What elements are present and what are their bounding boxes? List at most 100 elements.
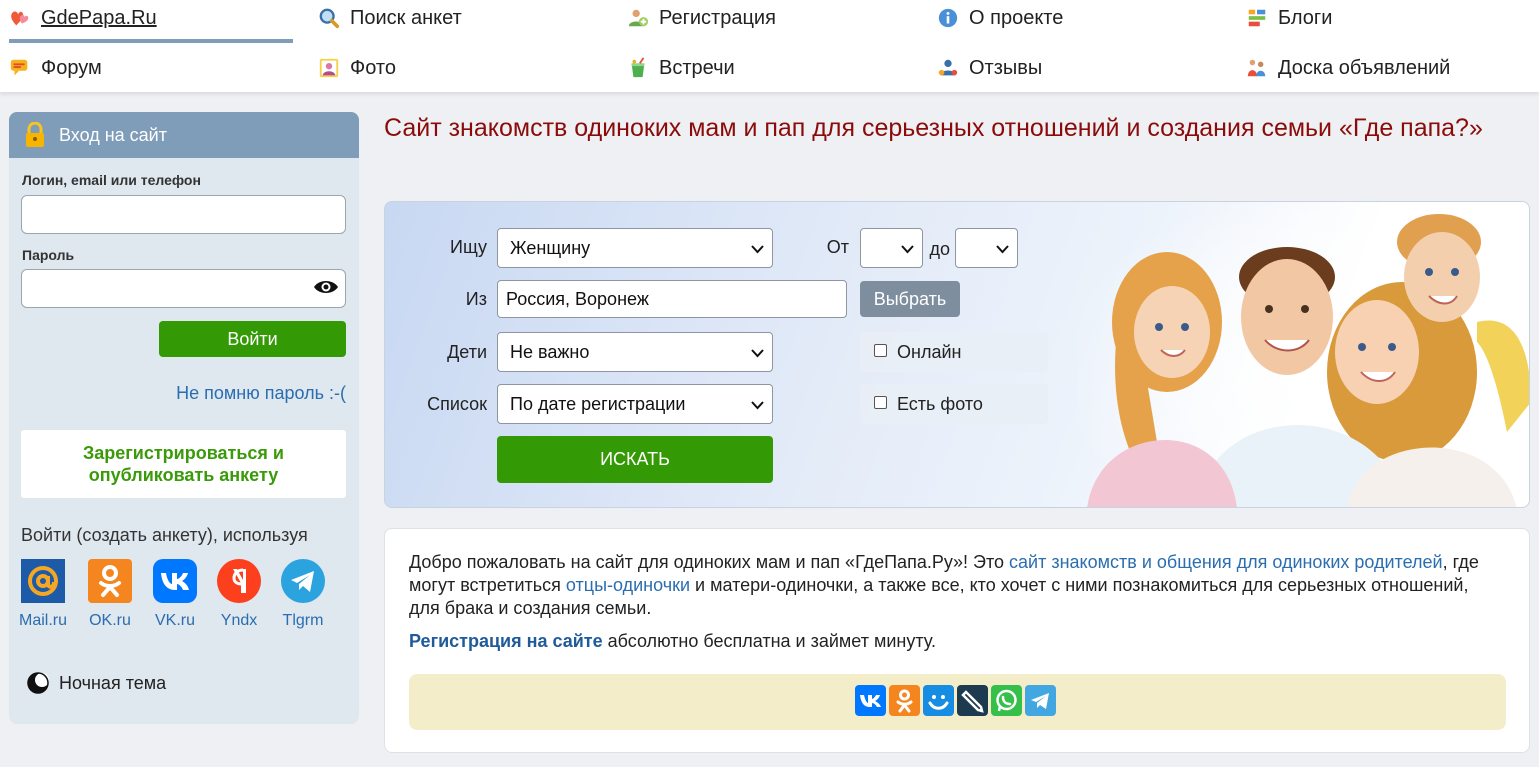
nav-item-label: Доска объявлений	[1278, 56, 1451, 79]
nav-item-search[interactable]: Поиск анкет	[318, 1, 462, 35]
chevron-down-icon	[996, 245, 1009, 254]
registration-link[interactable]: Регистрация на сайте	[409, 631, 603, 651]
nav-item-forum[interactable]: Форум	[9, 51, 102, 85]
telegram-icon	[281, 559, 325, 603]
social-caption: Mail.ru	[18, 612, 67, 629]
page-title: Сайт знакомств одиноких мам и пап для се…	[384, 114, 1483, 142]
livejournal-share-icon[interactable]	[957, 685, 988, 716]
registration-note: Регистрация на сайте абсолютно бесплатна…	[409, 631, 936, 652]
nav-item-label: Поиск анкет	[350, 6, 462, 29]
list-label: Список	[427, 394, 487, 414]
welcome-block: Добро пожаловать на сайт для одиноких ма…	[384, 528, 1530, 753]
age-to-select[interactable]	[955, 228, 1018, 268]
chevron-down-icon	[901, 245, 914, 254]
single-parents-dating-link[interactable]: сайт знакомств и общения для одиноких ро…	[1009, 552, 1443, 572]
children-label: Дети	[447, 342, 487, 362]
eye-icon[interactable]	[313, 278, 339, 296]
social-login-telegram[interactable]: Tlgrm	[273, 559, 333, 630]
nav-item-label: Блоги	[1278, 6, 1333, 29]
nav-item-label: О проекте	[969, 6, 1064, 29]
hearts-icon	[9, 7, 31, 29]
login-button[interactable]: Войти	[159, 321, 346, 357]
location-input[interactable]	[497, 280, 847, 318]
sort-select[interactable]: По дате регистрации	[497, 384, 773, 424]
ok-share-icon[interactable]	[889, 685, 920, 716]
drink-icon	[627, 57, 649, 79]
blog-icon	[1246, 7, 1268, 29]
welcome-text-part: Добро пожаловать на сайт для одиноких ма…	[409, 552, 1010, 572]
location-label: Из	[465, 289, 487, 309]
age-from-select[interactable]	[860, 228, 923, 268]
add-user-icon	[627, 7, 649, 29]
login-title: Вход на сайт	[59, 124, 167, 145]
choose-location-button[interactable]: Выбрать	[860, 281, 960, 317]
padlock-icon	[23, 122, 47, 148]
has-photo-checkbox[interactable]: Есть фото	[860, 384, 1048, 424]
night-mode-toggle[interactable]: Ночная тема	[27, 672, 166, 694]
nav-item-registration[interactable]: Регистрация	[627, 1, 776, 35]
welcome-paragraph: Добро пожаловать на сайт для одиноких ма…	[409, 551, 1499, 620]
social-caption: OK.ru	[89, 612, 131, 629]
social-caption: Yndx	[220, 612, 258, 629]
register-button[interactable]: Зарегистрироваться и опубликовать анкету	[21, 430, 346, 498]
age-to-label: до	[929, 239, 950, 259]
children-value: Не важно	[510, 341, 590, 362]
sort-value: По дате регистрации	[510, 393, 686, 414]
forum-icon	[9, 57, 31, 79]
login-input[interactable]	[21, 195, 346, 234]
online-checkbox[interactable]: Онлайн	[860, 332, 1048, 372]
nav-item-classifieds[interactable]: Доска объявлений	[1246, 51, 1450, 85]
moimir-share-icon[interactable]	[923, 685, 954, 716]
registration-note-text: абсолютно бесплатна и займет минуту.	[602, 631, 936, 651]
login-sidebar: Вход на сайт Логин, email или телефон Па…	[9, 112, 359, 724]
telegram-share-icon[interactable]	[1025, 685, 1056, 716]
share-icons	[855, 685, 1056, 716]
nav-item-home[interactable]: GdePapa.Ru	[9, 1, 157, 35]
nav-item-label: Форум	[41, 56, 102, 79]
social-login-title: Войти (создать анкету), используя	[21, 525, 308, 545]
chevron-down-icon	[751, 349, 764, 358]
seek-value: Женщину	[510, 237, 591, 258]
checkbox-square	[874, 343, 887, 357]
nav-item-photo[interactable]: Фото	[318, 51, 396, 85]
vk-icon	[153, 559, 197, 603]
social-caption: VK.ru	[154, 612, 195, 629]
chevron-down-icon	[751, 245, 764, 254]
nav-item-label: Регистрация	[659, 6, 776, 29]
social-login-vk[interactable]: VK.ru	[145, 559, 205, 630]
seek-label: Ищу	[450, 237, 487, 257]
single-fathers-link[interactable]: отцы-одиночки	[566, 575, 690, 595]
nav-item-label: GdePapa.Ru	[41, 6, 157, 29]
nav-item-label: Отзывы	[969, 56, 1043, 79]
chevron-down-icon	[751, 401, 764, 410]
reviews-icon	[937, 57, 959, 79]
password-field-label: Пароль	[22, 247, 75, 263]
online-label: Онлайн	[897, 341, 962, 362]
nav-item-blogs[interactable]: Блоги	[1246, 1, 1332, 35]
children-select[interactable]: Не важно	[497, 332, 773, 372]
forgot-password-link[interactable]: Не помню пароль :-(	[176, 383, 346, 404]
search-panel: Ищу Женщину От до Из Выбрать Дети Не важ…	[384, 201, 1530, 508]
social-login-ok[interactable]: OK.ru	[80, 559, 140, 630]
night-mode-label: Ночная тема	[59, 672, 167, 693]
vk-share-icon[interactable]	[855, 685, 886, 716]
nav-item-about[interactable]: О проекте	[937, 1, 1063, 35]
social-login-mailru[interactable]: Mail.ru	[13, 559, 73, 630]
nav-item-meetings[interactable]: Встречи	[627, 51, 735, 85]
password-input[interactable]	[21, 269, 346, 308]
nav-item-reviews[interactable]: Отзывы	[937, 51, 1042, 85]
login-field-label: Логин, email или телефон	[22, 172, 201, 188]
info-icon	[937, 7, 959, 29]
yandex-icon	[217, 559, 261, 603]
whatsapp-share-icon[interactable]	[991, 685, 1022, 716]
login-header: Вход на сайт	[9, 112, 359, 158]
social-caption: Tlgrm	[282, 612, 324, 629]
top-navigation: GdePapa.Ru Поиск анкет Регистрация О про…	[0, 0, 1539, 92]
search-button[interactable]: ИСКАТЬ	[497, 436, 773, 483]
magnifier-icon	[318, 7, 340, 29]
board-icon	[1246, 57, 1268, 79]
family-illustration	[1077, 202, 1529, 507]
seek-select[interactable]: Женщину	[497, 228, 773, 268]
checkbox-square	[874, 395, 887, 409]
social-login-yandex[interactable]: Yndx	[209, 559, 269, 630]
